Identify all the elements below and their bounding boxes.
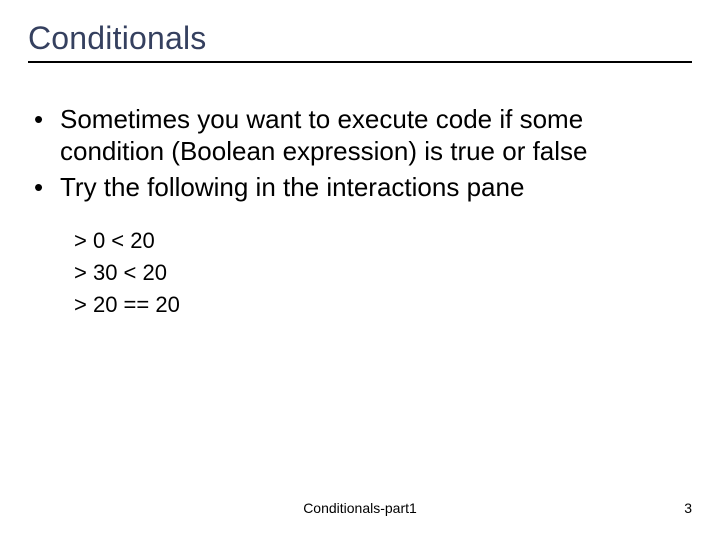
slide-title: Conditionals bbox=[28, 20, 692, 57]
bullet-item: • Try the following in the interactions … bbox=[34, 171, 692, 203]
footer-text: Conditionals-part1 bbox=[303, 500, 417, 516]
bullet-dot-icon: • bbox=[34, 103, 60, 135]
title-underline: Conditionals bbox=[28, 20, 692, 63]
code-block: > 0 < 20 > 30 < 20 > 20 == 20 bbox=[34, 225, 692, 321]
code-line: > 0 < 20 bbox=[74, 225, 692, 257]
slide: Conditionals • Sometimes you want to exe… bbox=[0, 0, 720, 540]
bullet-dot-icon: • bbox=[34, 171, 60, 203]
code-line: > 30 < 20 bbox=[74, 257, 692, 289]
bullet-text: Try the following in the interactions pa… bbox=[60, 171, 524, 203]
slide-body: • Sometimes you want to execute code if … bbox=[28, 103, 692, 321]
footer: Conditionals-part1 bbox=[0, 500, 720, 516]
code-line: > 20 == 20 bbox=[74, 289, 692, 321]
page-number: 3 bbox=[684, 500, 692, 516]
bullet-text: Sometimes you want to execute code if so… bbox=[60, 103, 692, 167]
bullet-item: • Sometimes you want to execute code if … bbox=[34, 103, 692, 167]
